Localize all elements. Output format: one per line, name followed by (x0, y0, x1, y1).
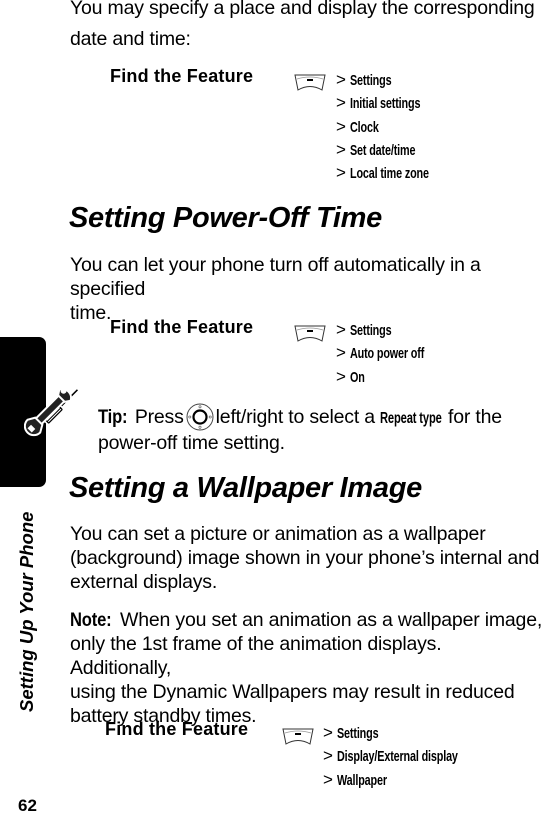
note-text: When you set an animation as a wallpaper… (120, 609, 543, 631)
menu-key-icon (282, 728, 314, 745)
path-step[interactable]: > Display/External display (323, 744, 505, 767)
intro-paragraph: You may specify a place and display the … (70, 0, 546, 51)
power-off-paragraph: You can let your phone turn off automati… (70, 253, 546, 325)
body-line: You can set a picture or animation as a … (70, 523, 486, 545)
tip-paragraph: Tip: Press left/right to select a Repeat… (98, 403, 546, 455)
path-step[interactable]: > Auto power off (336, 341, 453, 364)
body-line: (background) image shown in your phone’s… (70, 547, 540, 569)
find-feature-label: Find the Feature (110, 317, 254, 337)
find-feature-label: Find the Feature (110, 66, 254, 86)
body-line: You can let your phone turn off automati… (70, 254, 481, 300)
path-step[interactable]: > Clock (336, 115, 459, 138)
find-feature-path: > Settings > Display/External display > Wal… (323, 721, 505, 791)
menu-key-icon (294, 74, 326, 91)
path-step[interactable]: > Set date/time (336, 138, 459, 161)
find-feature-label: Find the Feature (105, 719, 249, 739)
note-label: Note: (70, 609, 112, 631)
intro-line: You may specify a place and display the … (70, 0, 535, 19)
find-feature-path: > Settings > Initial settings > Clock > Set … (336, 68, 459, 184)
find-feature-path: > Settings > Auto power off > On (336, 318, 453, 388)
note-paragraph: Note: When you set an animation as a wal… (70, 608, 546, 728)
note-line: using the Dynamic Wallpapers may result … (70, 681, 515, 703)
tools-icon (24, 387, 81, 437)
path-step[interactable]: > Settings (323, 721, 505, 744)
path-step[interactable]: > On (336, 365, 453, 388)
path-step[interactable]: > Settings (336, 68, 459, 91)
note-line: only the 1st frame of the animation disp… (70, 633, 442, 679)
intro-line: date and time: (70, 28, 191, 50)
section-heading: Setting a Wallpaper Image (69, 472, 422, 504)
body-line: external displays. (70, 571, 218, 593)
path-step[interactable]: > Initial settings (336, 91, 459, 114)
repeat-type-term: Repeat type (380, 410, 442, 427)
note-line: Note: When you set an animation as a wal… (70, 608, 546, 632)
tip-line-2: power-off time setting. (98, 432, 285, 454)
tip-text: Press (134, 406, 184, 428)
page-number: 62 (18, 796, 37, 815)
tip-text: left/right to select a (215, 406, 375, 428)
chapter-title: Setting Up Your Phone (16, 511, 37, 712)
wallpaper-paragraph: You can set a picture or animation as a … (70, 522, 546, 594)
path-step[interactable]: > Settings (336, 318, 453, 341)
menu-key-icon (294, 325, 326, 342)
path-step[interactable]: > Wallpaper (323, 768, 505, 791)
section-heading: Setting Power-Off Time (69, 202, 382, 234)
tip-label: Tip: (98, 406, 128, 428)
navigation-key-icon (186, 403, 214, 431)
path-step[interactable]: > Local time zone (336, 161, 459, 184)
tip-line-1: Tip: Press left/right to select a Repeat… (98, 403, 546, 431)
tip-text: for the (448, 406, 502, 428)
